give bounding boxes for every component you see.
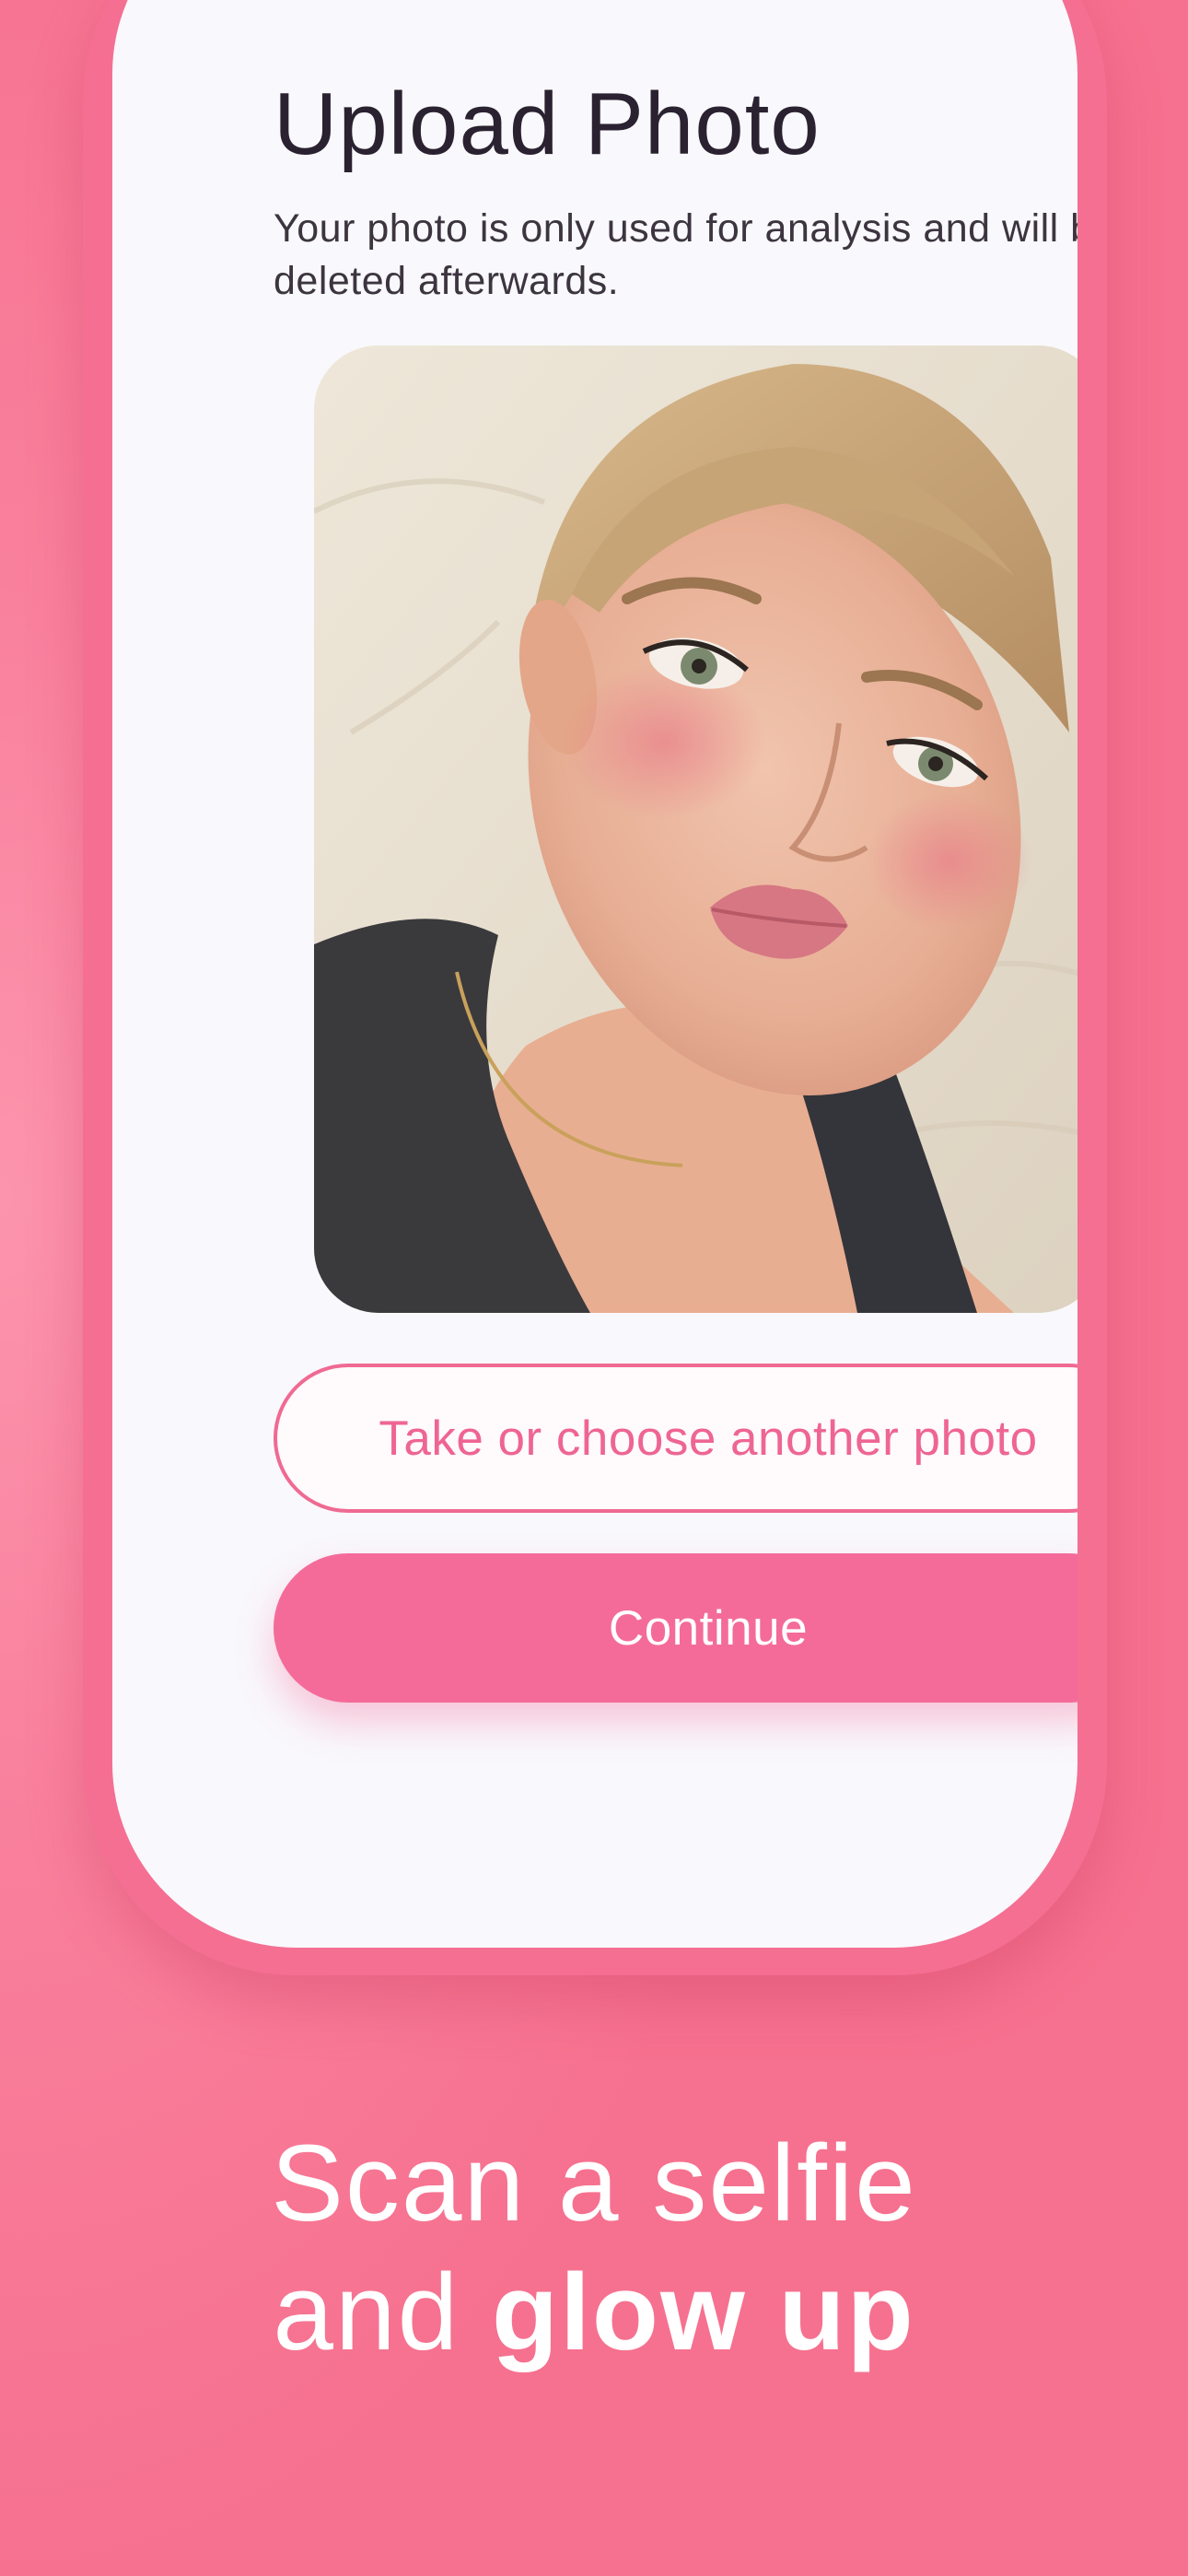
selfie-photo <box>314 345 1077 1313</box>
choose-another-photo-button[interactable]: Take or choose another photo <box>274 1364 1077 1513</box>
tagline-line-1: Scan a selfie <box>271 2123 917 2244</box>
continue-button[interactable]: Continue <box>274 1553 1077 1703</box>
phone-frame: Upload Photo Your photo is only used for… <box>83 0 1107 1975</box>
page-title: Upload Photo <box>274 75 821 173</box>
tagline-bold-text: glow up <box>492 2252 915 2373</box>
tagline-regular-text: and <box>273 2252 492 2373</box>
tagline-line-2: and glow up <box>0 2248 1188 2377</box>
marketing-tagline: Scan a selfie and glow up <box>0 2119 1188 2377</box>
privacy-note: Your photo is only used for analysis and… <box>274 206 1077 303</box>
phone-screen: Upload Photo Your photo is only used for… <box>112 0 1077 1948</box>
